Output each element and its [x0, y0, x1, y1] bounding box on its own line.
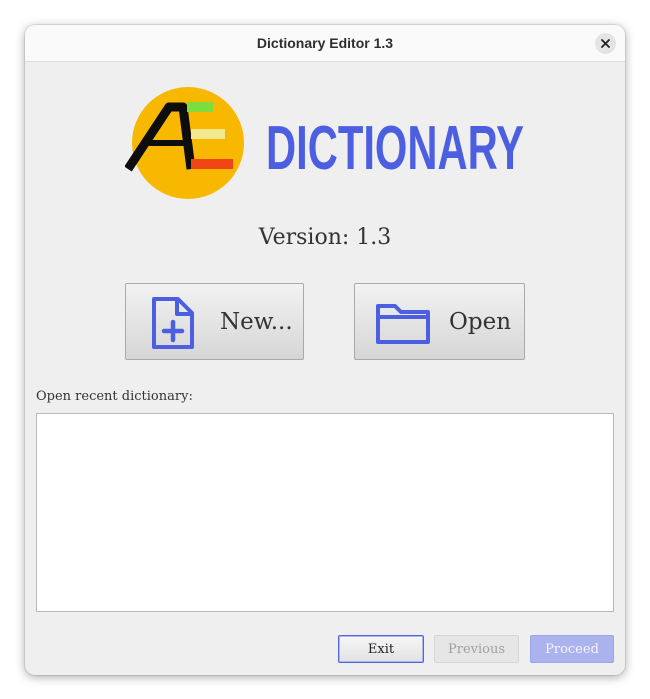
folder-icon: [376, 304, 430, 344]
recent-dictionary-list[interactable]: [36, 413, 614, 612]
ae-logo-icon: [125, 87, 244, 199]
new-button-label: New...: [220, 309, 293, 335]
open-dictionary-button[interactable]: Open: [354, 283, 525, 360]
proceed-button[interactable]: Proceed: [530, 635, 614, 663]
new-file-icon: [152, 297, 194, 349]
logo-wordmark: DICTIONARY: [266, 114, 524, 183]
dictionary-editor-window: Dictionary Editor 1.3 DICTIONARY Version…: [25, 25, 625, 675]
app-logo: DICTIONARY: [125, 87, 524, 199]
open-button-label: Open: [449, 309, 512, 335]
title-bar[interactable]: Dictionary Editor 1.3: [25, 25, 625, 62]
close-button[interactable]: [595, 33, 616, 54]
recent-dictionary-label: Open recent dictionary:: [36, 389, 193, 404]
exit-button[interactable]: Exit: [338, 635, 424, 663]
new-dictionary-button[interactable]: New...: [125, 283, 304, 360]
window-title: Dictionary Editor 1.3: [256, 35, 394, 51]
version-label: Version: 1.3: [258, 225, 392, 250]
previous-button[interactable]: Previous: [434, 635, 519, 663]
close-icon: [601, 39, 610, 48]
